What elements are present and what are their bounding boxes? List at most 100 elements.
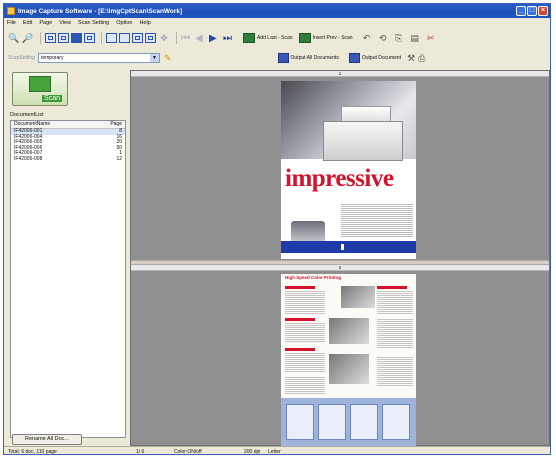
window-controls: _ □ × bbox=[516, 6, 548, 16]
text-column bbox=[377, 290, 413, 314]
page-properties-icon[interactable]: ▤ bbox=[409, 32, 421, 44]
insert-prev-scan-label: Insert Prev - Scan bbox=[312, 35, 353, 41]
window-title: Image Capture Software - [E:\ImgCptScan\… bbox=[18, 7, 183, 15]
toolbar-right-group: ↶ ⟲ ⎘ ▤ ✂ bbox=[361, 32, 437, 44]
close-button[interactable]: × bbox=[538, 6, 548, 16]
menu-option[interactable]: Option bbox=[116, 20, 132, 26]
brochure-headline: impressive bbox=[285, 165, 394, 192]
printer-icon[interactable]: ⎙ bbox=[418, 53, 425, 64]
previous-page-icon[interactable]: ◀ bbox=[195, 33, 205, 44]
output-document-icon bbox=[348, 53, 360, 63]
scan-button[interactable]: Scan bbox=[12, 72, 68, 106]
maximize-button[interactable]: □ bbox=[527, 6, 537, 16]
scan-button-label: Scan bbox=[42, 95, 62, 102]
spec-card bbox=[286, 404, 314, 440]
feature-sheet-headline: High Speed Color Printing bbox=[285, 275, 341, 280]
zoom-in-icon[interactable]: 🔍 bbox=[8, 32, 20, 44]
document-list-title: DocumentList bbox=[10, 112, 44, 118]
spec-card bbox=[382, 404, 410, 440]
multi-page-view-icon[interactable] bbox=[132, 33, 143, 43]
page-number-label: 2 bbox=[131, 265, 549, 271]
scan-setting-value: temporary bbox=[40, 55, 64, 61]
fit-height-icon[interactable] bbox=[84, 33, 95, 43]
toolbar-separator bbox=[101, 32, 102, 44]
page-thumbnail-brochure[interactable]: impressive bbox=[281, 81, 416, 259]
undo-icon[interactable]: ↶ bbox=[361, 32, 373, 44]
status-totals: Total: 6 doc, 110 page bbox=[8, 448, 57, 455]
add-last-scan-button[interactable]: Add Last - Scan bbox=[243, 33, 293, 43]
main-toolbar: 🔍 🔎 ✥ ⏮ ◀ ▶ ⏭ Add Last - Scan Insert Pre… bbox=[4, 28, 550, 48]
status-paper: Letter bbox=[268, 448, 281, 455]
insert-prev-scan-button[interactable]: Insert Prev - Scan bbox=[298, 33, 353, 43]
footer-mark bbox=[341, 244, 344, 250]
delete-page-icon[interactable]: ✂ bbox=[425, 32, 437, 44]
text-column bbox=[285, 376, 325, 394]
rename-all-documents-button[interactable]: Rename All Doc... bbox=[12, 434, 82, 445]
status-dpi: 200 dpi bbox=[244, 448, 261, 455]
text-column bbox=[377, 318, 413, 348]
text-column bbox=[285, 290, 325, 314]
document-list[interactable]: DocumentName Page IF42006-001 8 IF42006-… bbox=[10, 120, 126, 438]
fit-width-icon[interactable] bbox=[58, 33, 69, 43]
scan-setting-dropdown[interactable]: temporary ▼ bbox=[37, 53, 160, 63]
page-pane-2[interactable]: 2 High Speed Color Printing bbox=[131, 265, 549, 447]
menu-help[interactable]: Help bbox=[139, 20, 150, 26]
actual-size-icon[interactable] bbox=[71, 33, 82, 43]
zoom-out-icon[interactable]: 🔎 bbox=[22, 32, 34, 44]
brochure-body-text bbox=[341, 203, 413, 237]
list-item[interactable]: IF42006-008 12 bbox=[11, 155, 125, 163]
output-all-icon bbox=[277, 53, 289, 63]
menu-scan-setting[interactable]: Scan Setting bbox=[78, 20, 109, 26]
page-thumbnail-feature-sheet[interactable]: High Speed Color Printing bbox=[281, 274, 416, 447]
two-page-view-icon[interactable] bbox=[119, 33, 130, 43]
thumbnail-view-icon[interactable] bbox=[145, 33, 156, 43]
section-heading bbox=[285, 318, 315, 321]
app-icon bbox=[7, 7, 15, 15]
copy-page-icon[interactable]: ⎘ bbox=[393, 32, 405, 44]
product-image bbox=[341, 286, 375, 308]
menu-edit[interactable]: Edit bbox=[23, 20, 32, 26]
output-document-button[interactable]: Output Document bbox=[348, 53, 402, 63]
tools-icon[interactable]: ⚒ bbox=[407, 53, 415, 64]
title-bar: Image Capture Software - [E:\ImgCptScan\… bbox=[4, 4, 550, 18]
column-page[interactable]: Page bbox=[110, 121, 122, 128]
minimize-button[interactable]: _ bbox=[516, 6, 526, 16]
printer-image bbox=[323, 121, 403, 161]
section-heading bbox=[285, 286, 315, 289]
toolbar-separator bbox=[176, 32, 177, 44]
page-preview-area[interactable]: 1 impressive 2 High Speed Color Printing bbox=[130, 70, 550, 447]
edit-setting-icon[interactable]: ✎ bbox=[164, 53, 172, 64]
scan-setting-toolbar: ScanSetting temporary ▼ ✎ Output All Doc… bbox=[4, 50, 550, 66]
scan-setting-label: ScanSetting bbox=[8, 55, 35, 61]
menu-bar: File Edit Page View Scan Setting Option … bbox=[4, 18, 550, 28]
first-page-icon[interactable]: ⏮ bbox=[181, 33, 191, 44]
document-pages: 12 bbox=[116, 155, 122, 162]
fit-page-icon[interactable] bbox=[45, 33, 56, 43]
add-scan-icon bbox=[243, 33, 255, 43]
menu-page[interactable]: Page bbox=[39, 20, 52, 26]
text-column bbox=[285, 352, 325, 372]
chevron-down-icon[interactable]: ▼ bbox=[149, 54, 159, 62]
page-number-label: 1 bbox=[131, 71, 549, 77]
section-heading bbox=[285, 348, 315, 351]
menu-view[interactable]: View bbox=[59, 20, 71, 26]
single-page-view-icon[interactable] bbox=[106, 33, 117, 43]
output-document-label: Output Document bbox=[361, 55, 402, 61]
next-page-icon[interactable]: ▶ bbox=[209, 33, 219, 44]
product-image bbox=[329, 318, 369, 344]
column-document-name[interactable]: DocumentName bbox=[14, 121, 50, 128]
scanner-icon bbox=[29, 76, 51, 92]
move-icon[interactable]: ✥ bbox=[158, 32, 170, 44]
menu-file[interactable]: File bbox=[7, 20, 16, 26]
page-pane-1[interactable]: 1 impressive bbox=[131, 71, 549, 261]
add-last-scan-label: Add Last - Scan bbox=[257, 35, 293, 41]
output-all-documents-button[interactable]: Output All Documents bbox=[277, 53, 339, 63]
left-panel: Scan DocumentList DocumentName Page IF42… bbox=[8, 68, 128, 448]
brochure-footer-band bbox=[281, 241, 416, 253]
rotate-page-icon[interactable]: ⟲ bbox=[377, 32, 389, 44]
toolbar-separator bbox=[40, 32, 41, 44]
text-column bbox=[377, 356, 413, 386]
insert-scan-icon bbox=[298, 33, 311, 43]
app-window: Image Capture Software - [E:\ImgCptScan\… bbox=[3, 3, 551, 455]
last-page-icon[interactable]: ⏭ bbox=[223, 33, 233, 44]
